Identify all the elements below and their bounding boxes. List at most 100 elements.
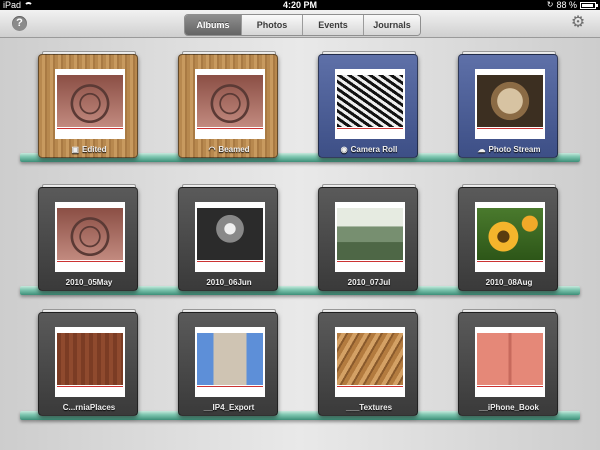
album-cover: ◉ Camera Roll: [318, 54, 418, 158]
album-photo: [195, 202, 265, 272]
album-label: 2010_07Jul: [347, 278, 391, 287]
album-photo: [475, 327, 545, 397]
album-photo-image: [57, 208, 123, 260]
album-cover: ☁ Photo Stream: [458, 54, 558, 158]
album-photo-image: [57, 75, 123, 127]
album-label: __IP4_Export: [203, 403, 255, 412]
battery-percent: 88 %: [556, 0, 577, 10]
album-cover: C...rniaPlaces: [38, 312, 138, 416]
photo-stripe: [57, 128, 123, 129]
album-photo: [335, 202, 405, 272]
album-item[interactable]: 2010_07Jul: [318, 184, 420, 291]
album-cover: 2010_07Jul: [318, 187, 418, 291]
album-photo-image: [197, 333, 263, 385]
tab-photos[interactable]: Photos: [242, 15, 303, 35]
album-item[interactable]: C...rniaPlaces: [38, 309, 140, 416]
photo-stripe: [337, 261, 403, 262]
album-photo-image: [337, 75, 403, 127]
album-cover: __IP4_Export: [178, 312, 278, 416]
album-cover: ___Textures: [318, 312, 418, 416]
album-cover: __iPhone_Book: [458, 312, 558, 416]
photo-stripe: [477, 261, 543, 262]
album-label: 2010_06Jun: [206, 278, 252, 287]
photo-stripe: [197, 128, 263, 129]
status-time: 4:20 PM: [282, 0, 317, 10]
photo-stripe: [197, 386, 263, 387]
album-photo-image: [197, 208, 263, 260]
battery-icon: [580, 1, 598, 9]
wifi-icon: ◠: [208, 145, 216, 154]
album-label-row: ___Textures: [319, 403, 419, 412]
album-item[interactable]: 2010_06Jun: [178, 184, 280, 291]
photo-stripe: [197, 261, 263, 262]
album-photo: [55, 327, 125, 397]
top-toolbar: ? Albums Photos Events Journals ⚙: [0, 10, 600, 38]
view-segmented-control: Albums Photos Events Journals: [184, 14, 421, 36]
toolbox-icon: ▣: [71, 145, 80, 154]
album-photo-image: [57, 333, 123, 385]
album-photo: [475, 69, 545, 139]
status-right: ↻ 88 %: [546, 0, 598, 10]
album-label-row: ☁ Photo Stream: [459, 145, 559, 154]
album-item[interactable]: 2010_08Aug: [458, 184, 560, 291]
camera-icon: ◉: [340, 145, 348, 154]
photo-stripe: [57, 386, 123, 387]
album-photo: [335, 69, 405, 139]
album-photo: [335, 327, 405, 397]
tab-albums[interactable]: Albums: [185, 15, 242, 35]
album-item[interactable]: ☁ Photo Stream: [458, 51, 560, 158]
album-label: Beamed: [218, 145, 250, 154]
album-label-row: 2010_05May: [39, 278, 139, 287]
album-item[interactable]: __iPhone_Book: [458, 309, 560, 416]
album-item[interactable]: ◉ Camera Roll: [318, 51, 420, 158]
lock-rotation-icon: ↻: [546, 0, 554, 9]
album-label: 2010_08Aug: [485, 278, 533, 287]
album-cover: 2010_05May: [38, 187, 138, 291]
album-photo: [195, 327, 265, 397]
album-label: ___Textures: [345, 403, 393, 412]
album-item[interactable]: ◠ Beamed: [178, 51, 280, 158]
album-photo: [55, 69, 125, 139]
album-photo-image: [197, 75, 263, 127]
album-label: Photo Stream: [488, 145, 541, 154]
cloud-icon: ☁: [477, 145, 486, 154]
album-item[interactable]: ___Textures: [318, 309, 420, 416]
tab-journals[interactable]: Journals: [364, 15, 420, 35]
album-photo-image: [337, 208, 403, 260]
photo-stripe: [477, 128, 543, 129]
album-photo-image: [477, 208, 543, 260]
album-cover: ▣ Edited: [38, 54, 138, 158]
album-label-row: ◉ Camera Roll: [319, 145, 419, 154]
album-photo: [475, 202, 545, 272]
album-cover: 2010_08Aug: [458, 187, 558, 291]
album-photo: [55, 202, 125, 272]
photo-stripe: [337, 128, 403, 129]
album-label: C...rniaPlaces: [62, 403, 116, 412]
photo-stripe: [337, 386, 403, 387]
album-item[interactable]: __IP4_Export: [178, 309, 280, 416]
album-item[interactable]: 2010_05May: [38, 184, 140, 291]
album-item[interactable]: ▣ Edited: [38, 51, 140, 158]
album-label-row: C...rniaPlaces: [39, 403, 139, 412]
album-photo-image: [477, 333, 543, 385]
album-photo-image: [337, 333, 403, 385]
album-label-row: 2010_07Jul: [319, 278, 419, 287]
album-label-row: 2010_06Jun: [179, 278, 279, 287]
album-label-row: ▣ Edited: [39, 145, 139, 154]
album-label: __iPhone_Book: [478, 403, 539, 412]
album-label-row: __IP4_Export: [179, 403, 279, 412]
tab-events[interactable]: Events: [303, 15, 364, 35]
help-button[interactable]: ?: [12, 16, 27, 31]
album-photo: [195, 69, 265, 139]
status-bar: iPad 4:20 PM ↻ 88 %: [0, 0, 600, 10]
album-cover: 2010_06Jun: [178, 187, 278, 291]
gear-icon[interactable]: ⚙: [570, 15, 586, 31]
album-label-row: __iPhone_Book: [459, 403, 559, 412]
battery-fill: [582, 3, 593, 7]
album-label: Camera Roll: [350, 145, 398, 154]
album-label-row: 2010_08Aug: [459, 278, 559, 287]
album-cover: ◠ Beamed: [178, 54, 278, 158]
album-label: 2010_05May: [65, 278, 113, 287]
album-photo-image: [477, 75, 543, 127]
album-label: Edited: [82, 145, 107, 154]
